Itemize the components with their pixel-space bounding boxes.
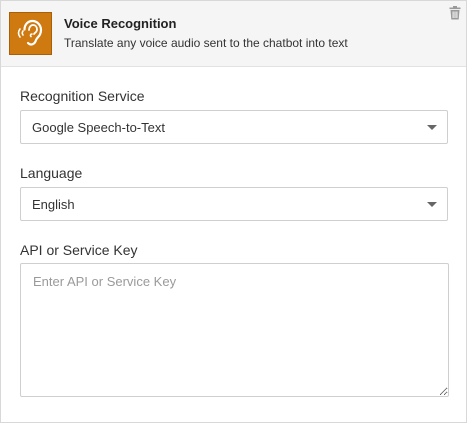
recognition-service-label: Recognition Service (20, 88, 145, 104)
trash-icon[interactable] (449, 6, 461, 20)
chevron-down-icon (427, 202, 437, 207)
language-select[interactable]: English (20, 187, 448, 221)
api-key-label: API or Service Key (20, 242, 138, 258)
card-header: Voice Recognition Translate any voice au… (1, 1, 466, 67)
ear-sound-icon (9, 12, 52, 55)
plugin-description: Translate any voice audio sent to the ch… (64, 36, 348, 50)
language-label: Language (20, 165, 83, 181)
plugin-title: Voice Recognition (64, 16, 177, 31)
recognition-service-select[interactable]: Google Speech-to-Text (20, 110, 448, 144)
language-value: English (32, 197, 75, 212)
voice-recognition-card: Voice Recognition Translate any voice au… (0, 0, 467, 423)
recognition-service-value: Google Speech-to-Text (32, 120, 165, 135)
chevron-down-icon (427, 125, 437, 130)
api-key-input[interactable] (20, 263, 449, 397)
